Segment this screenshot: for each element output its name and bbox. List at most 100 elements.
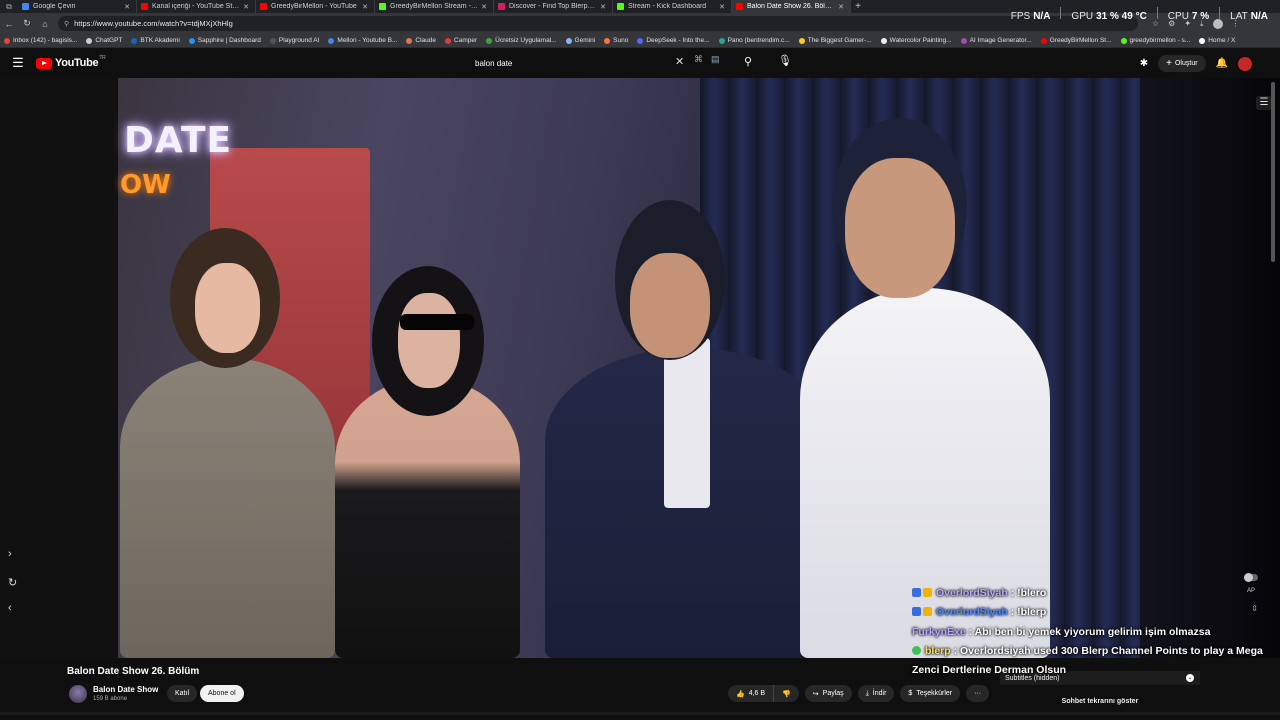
chat-message: OverlordSiyah : !blero [912, 584, 1272, 603]
tab-label: Google Çeviri [33, 3, 76, 10]
browser-tab-active[interactable]: Balon Date Show 26. Bölüm - You✕ [732, 0, 851, 13]
tab-close-icon[interactable]: ✕ [600, 3, 606, 11]
bookmark-item[interactable]: Ücretsiz Uygulamal... [486, 37, 557, 44]
bookmark-item[interactable]: Suno [604, 37, 628, 44]
share-button[interactable]: ↪ Paylaş [804, 685, 852, 702]
bookmark-item[interactable]: Gemini [565, 37, 595, 44]
account-avatar[interactable] [1238, 56, 1252, 71]
thanks-button[interactable]: $ Teşekkürler [900, 685, 961, 702]
bookmark-item[interactable]: Mellon - Youtube B... [328, 37, 397, 44]
bookmark-label: Pano (bentrendim.c... [727, 37, 790, 44]
search-input[interactable]: balon date [466, 54, 692, 72]
bookmark-item[interactable]: Sapphire | Dashboard [188, 37, 261, 44]
bookmark-label: DeepSeek - Into the... [646, 37, 710, 44]
search-icon[interactable]: ⚲ [744, 55, 752, 68]
chat-menu-icon[interactable]: ☰ [1256, 96, 1272, 110]
tab-favicon [22, 3, 29, 10]
bookmark-item[interactable]: AI Image Generator... [960, 37, 1032, 44]
lat-stat: LAT N/A [1230, 11, 1268, 22]
chat-badge-icon [912, 607, 921, 617]
bookmark-favicon [4, 37, 10, 44]
channel-avatar[interactable] [69, 685, 87, 703]
browser-tab[interactable]: Discover - Find Top Blerps, Stream✕ [494, 0, 613, 13]
reload-icon[interactable]: ↻ [18, 18, 36, 29]
bookmark-item[interactable]: Camper [445, 37, 477, 44]
bookmark-favicon [406, 37, 413, 44]
chevron-right-icon[interactable]: › [8, 548, 12, 560]
youtube-logo[interactable]: YouTube TR [36, 55, 106, 69]
bookmark-item[interactable]: Watercolor Painting... [880, 37, 952, 44]
screenshot-icon[interactable]: ▤ [711, 54, 720, 65]
new-tab-button[interactable]: + [851, 1, 865, 12]
notifications-bell-icon[interactable]: 🔔 [1216, 58, 1228, 69]
tab-close-icon[interactable]: ✕ [124, 3, 130, 11]
join-button[interactable]: Katıl [167, 685, 198, 702]
microphone-icon[interactable]: 🎙 [778, 54, 792, 67]
site-info-icon[interactable]: ⚲ [64, 20, 69, 28]
channel-name[interactable]: Balon Date Show [93, 685, 158, 694]
chevron-left-icon[interactable]: ‹ [8, 602, 12, 614]
tab-close-icon[interactable]: ✕ [362, 3, 368, 11]
browser-tab[interactable]: Stream - Kick Dashboard ✕ [613, 0, 732, 13]
chat-username: OverlordSiyah [936, 606, 1008, 619]
tab-close-icon[interactable]: ✕ [481, 3, 487, 11]
person-face [398, 293, 460, 388]
bookmark-item[interactable]: DeepSeek - Into the... [637, 37, 710, 44]
gpu-stat: GPU 31 % 49 °C [1071, 11, 1147, 22]
crown-badge-icon [923, 607, 932, 617]
plus-icon: + [1166, 58, 1172, 69]
download-button[interactable]: ⤓ İndir [857, 685, 895, 702]
chat-text: !blero [1017, 587, 1047, 599]
bookmark-item[interactable]: Playground AI [269, 37, 319, 44]
tab-close-icon[interactable]: ✕ [838, 3, 844, 11]
extension-icon[interactable]: ✱ [1140, 58, 1148, 69]
browser-menu-icon[interactable]: ⧉ [0, 0, 18, 13]
bookmark-label: ChatGPT [95, 37, 123, 44]
bookmark-item[interactable]: GreedyBirMellon St... [1040, 37, 1112, 44]
bookmark-item[interactable]: ChatGPT [86, 37, 122, 44]
browser-tab[interactable]: GreedyBirMellon - YouTube ✕ [256, 0, 375, 13]
browser-tab[interactable]: Google Çeviri ✕ [18, 0, 137, 13]
tab-close-icon[interactable]: ✕ [243, 3, 249, 11]
bookmark-item[interactable]: Pano (bentrendim.c... [718, 37, 790, 44]
more-actions-button[interactable]: ··· [966, 685, 990, 702]
bookmark-favicon [328, 37, 335, 44]
bookmark-item[interactable]: Home / X [1199, 37, 1235, 44]
tab-label: Balon Date Show 26. Bölüm - You [747, 3, 835, 10]
url-field[interactable]: ⚲ https://www.youtube.com/watch?v=tdjMXj… [58, 16, 1138, 31]
dislike-button[interactable]: 👎 [774, 685, 799, 702]
translate-icon[interactable]: ⌘ [694, 54, 703, 65]
menu-icon[interactable]: ☰ [0, 55, 36, 71]
refresh-icon[interactable]: ↻ [8, 576, 17, 589]
bookmark-item[interactable]: The Biggest Gamer-... [798, 37, 872, 44]
video-actions: 👍 4,6 B 👎 ↪ Paylaş ⤓ İndir $ Teşekkürler ··· [728, 685, 990, 702]
bookmark-item[interactable]: greedybirmellon - s... [1120, 37, 1190, 44]
tab-favicon [736, 3, 743, 10]
fps-stat: FPS N/A [1010, 11, 1051, 22]
like-button[interactable]: 👍 4,6 B [728, 685, 775, 702]
clear-search-icon[interactable]: ✕ [675, 55, 684, 68]
person-face [845, 158, 955, 298]
video-player[interactable]: DATE OW › ↻ ‹ ☰ AP ⇳ [0, 78, 1280, 658]
thumbs-up-icon: 👍 [736, 690, 745, 698]
browser-tab[interactable]: GreedyBirMellon Stream - Watch✕ [375, 0, 494, 13]
autoplay-toggle[interactable] [1244, 573, 1258, 582]
stat-divider [1219, 7, 1221, 19]
bookmark-item[interactable]: Inbox (142) - bagisis... [4, 37, 77, 44]
chat-separator: : [1007, 587, 1018, 599]
create-button[interactable]: + Oluştur [1158, 55, 1206, 72]
home-icon[interactable]: ⌂ [36, 19, 54, 29]
show-chat-replay-button[interactable]: Sohbet tekrarını göster [1000, 693, 1200, 710]
bookmarks-bar: Inbox (142) - bagisis... ChatGPT BTK Akade… [0, 34, 1280, 48]
download-icon: ⤓ [865, 689, 869, 697]
bookmark-item[interactable]: Claude [406, 37, 436, 44]
bookmark-item[interactable]: BTK Akademi [131, 37, 180, 44]
browser-tab[interactable]: Kanal içeriği - YouTube Studio ✕ [137, 0, 256, 13]
page-scrollbar[interactable] [1271, 82, 1275, 262]
chat-separator: : [1007, 606, 1018, 619]
tab-close-icon[interactable]: ✕ [719, 3, 725, 11]
bookmark-favicon [269, 37, 276, 44]
like-dislike-group: 👍 4,6 B 👎 [728, 685, 799, 702]
back-icon[interactable]: ← [0, 19, 18, 29]
subscribe-button[interactable]: Abone ol [200, 685, 244, 702]
